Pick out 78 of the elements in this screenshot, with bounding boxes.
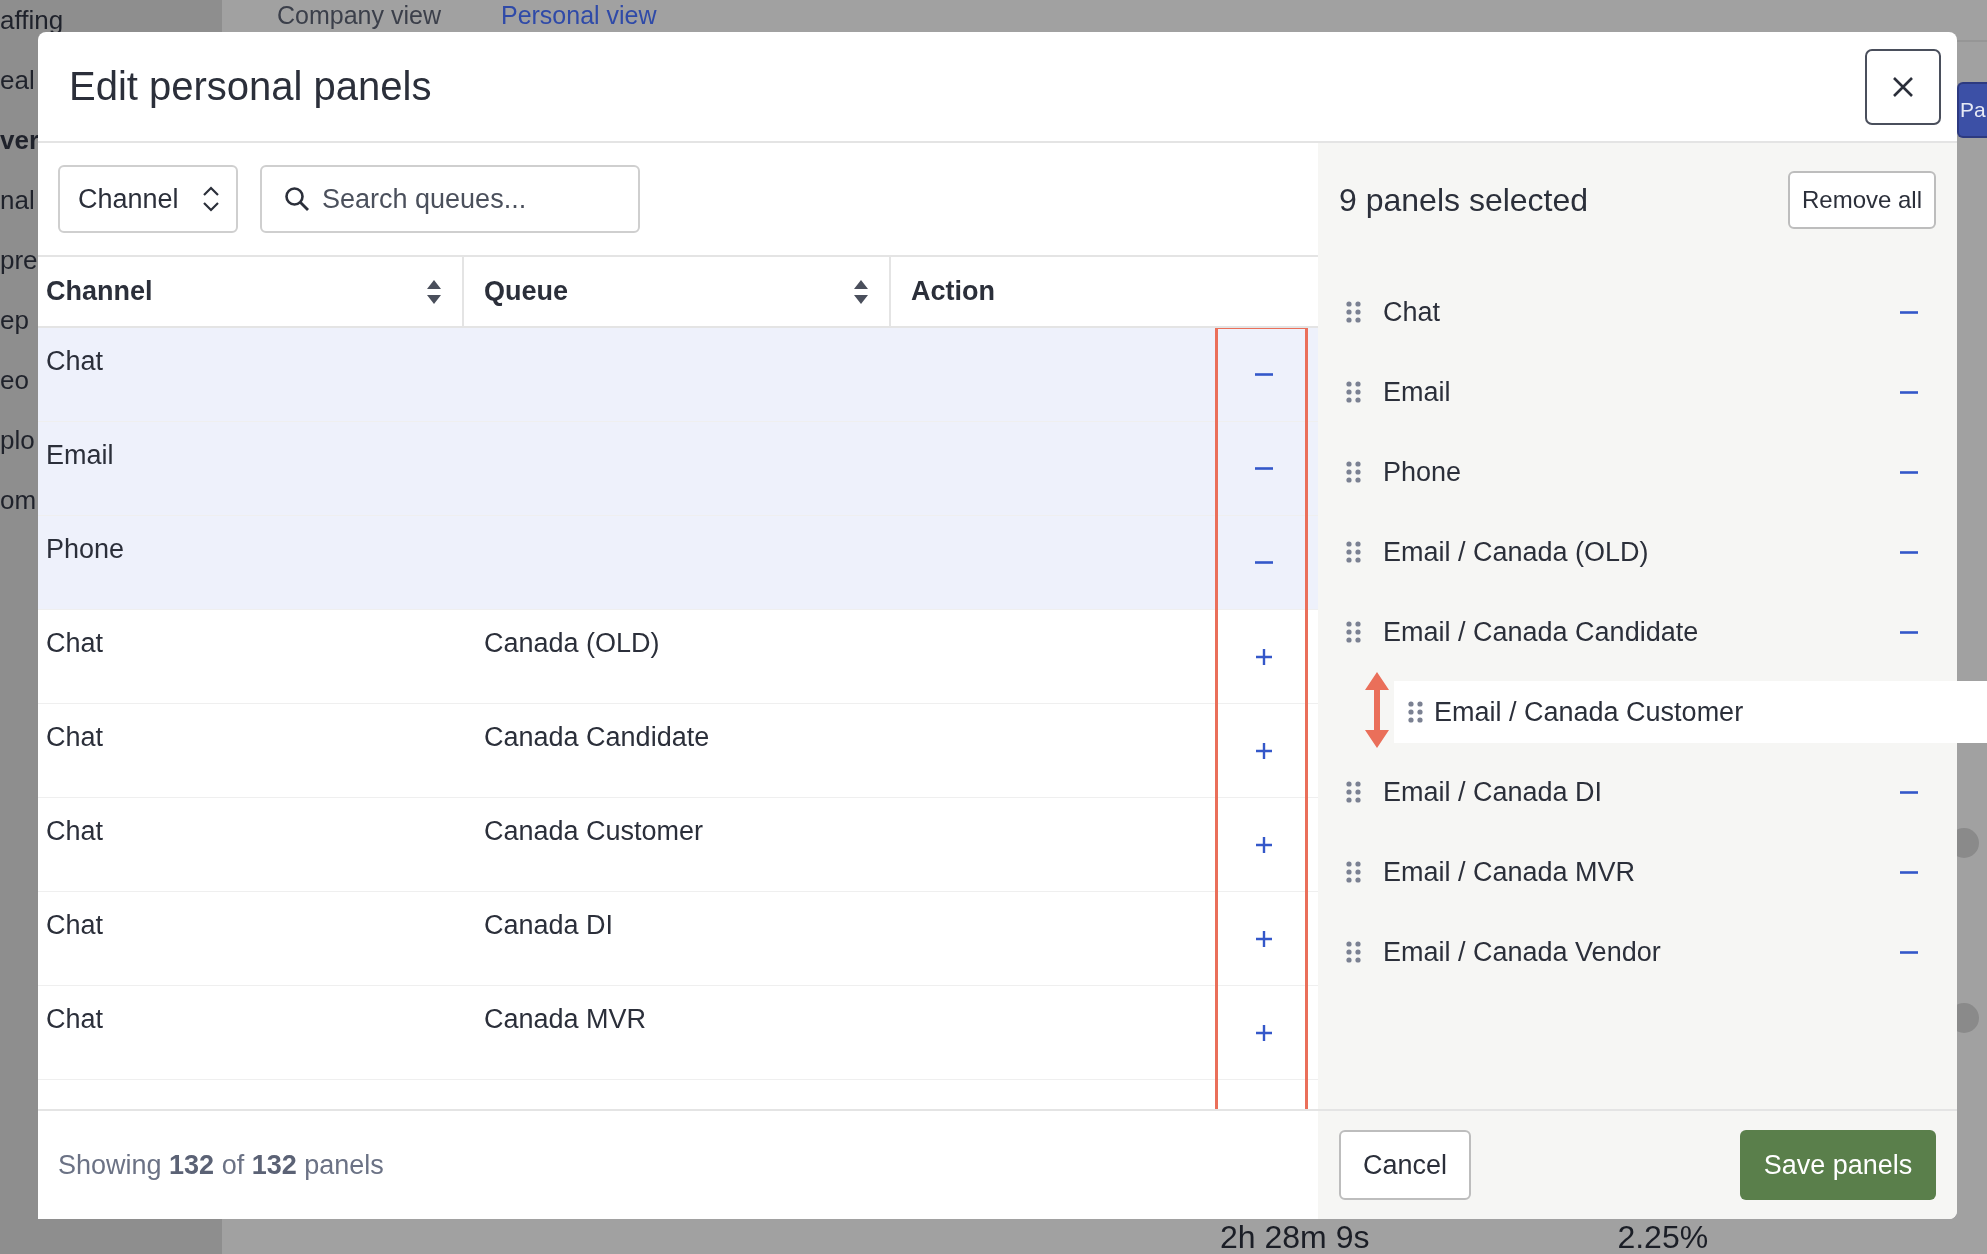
table-cell: Canada DI	[484, 910, 614, 940]
results-count: Showing 132 of 132 panels	[58, 1149, 384, 1181]
minus-icon	[1900, 390, 1918, 394]
remove-all-button[interactable]: Remove all	[1788, 171, 1936, 229]
stat-value: 2.25%	[1617, 1220, 1709, 1254]
sidebar-item[interactable]: eal	[0, 60, 35, 101]
close-button[interactable]	[1865, 48, 1941, 125]
save-button[interactable]: Save panels	[1740, 1130, 1936, 1200]
dragged-panel-item[interactable]: Email / Canada Customer	[1394, 681, 1987, 743]
page-button[interactable]: Pa	[1957, 82, 1987, 138]
table-cell: Chat	[46, 628, 104, 658]
column-header: Action	[911, 276, 995, 307]
table-cell: Canada Customer	[484, 816, 704, 846]
table-cell: Phone	[46, 534, 125, 564]
table-cell: Canada MVR	[484, 1004, 647, 1034]
sidebar-item[interactable]: pre	[0, 240, 38, 281]
sidebar-item[interactable]: eo	[0, 360, 29, 401]
panel-item: Email / Canada (OLD)	[1383, 536, 1650, 568]
sidebar-item[interactable]: plo	[0, 420, 35, 461]
panel-item: Email / Canada MVR	[1383, 856, 1637, 888]
plus-icon	[1255, 835, 1273, 854]
selection-count: 9 panels selected	[1339, 181, 1589, 219]
table-cell: Email	[46, 440, 114, 470]
panel-item: Email / Canada Candidate	[1383, 616, 1700, 648]
drag-handle-icon	[1346, 941, 1361, 963]
sidebar-item[interactable]: ver	[0, 120, 40, 161]
drag-handle-icon	[1346, 861, 1361, 883]
plus-icon	[1255, 647, 1273, 666]
view-tab[interactable]: Company view	[277, 0, 441, 30]
panel-item: Phone	[1383, 456, 1463, 488]
panel-item: Email / Canada Vendor	[1383, 936, 1662, 968]
drag-handle-icon	[1346, 621, 1361, 643]
drag-handle-icon	[1346, 541, 1361, 563]
sidebar-item[interactable]: nal	[0, 180, 35, 221]
drag-handle-icon	[1346, 781, 1361, 803]
sidebar-item[interactable]: affing	[0, 0, 64, 41]
table-cell: Chat	[46, 910, 104, 940]
minus-icon	[1900, 470, 1918, 474]
view-tab[interactable]: Personal view	[500, 0, 657, 30]
column-header[interactable]: Channel	[46, 276, 153, 307]
search-input[interactable]: Search queues...	[320, 182, 624, 216]
minus-icon	[1255, 467, 1273, 470]
table-cell: Canada (OLD)	[484, 628, 660, 658]
table-cell: Chat	[46, 1004, 104, 1034]
plus-icon	[1255, 929, 1273, 948]
sidebar-item[interactable]: ep	[0, 300, 29, 341]
search-field[interactable]: Search queues...	[260, 165, 640, 233]
minus-icon	[1255, 373, 1273, 376]
panel-item: Email / Canada DI	[1383, 776, 1604, 808]
drag-handle-icon	[1346, 461, 1361, 483]
minus-icon	[1900, 950, 1918, 954]
table-cell: Chat	[46, 722, 104, 752]
plus-icon	[1255, 741, 1273, 760]
minus-icon	[1900, 630, 1918, 634]
channel-select[interactable]: Channel	[58, 165, 238, 233]
panel-item: Chat	[1383, 296, 1442, 328]
table-cell: Chat	[46, 816, 104, 846]
plus-icon	[1255, 1023, 1273, 1042]
column-header[interactable]: Queue	[484, 276, 569, 307]
drag-handle-icon	[1346, 381, 1361, 403]
dialog-title: Edit personal panels	[69, 64, 432, 109]
stat-value: 2h 28m 9s	[1220, 1220, 1370, 1254]
reorder-arrow-icon	[1365, 672, 1389, 748]
drag-handle-icon	[1408, 701, 1423, 723]
cancel-button[interactable]: Cancel	[1339, 1130, 1471, 1200]
table-cell: Canada Candidate	[484, 722, 710, 752]
panel-item: Email	[1383, 376, 1452, 408]
drag-handle-icon	[1346, 301, 1361, 323]
minus-icon	[1255, 561, 1273, 564]
chevron-updown-icon	[202, 184, 220, 214]
close-icon	[1891, 74, 1915, 99]
minus-icon	[1900, 790, 1918, 794]
table-cell: Chat	[46, 346, 104, 376]
minus-icon	[1900, 870, 1918, 874]
sidebar-item[interactable]: om	[0, 480, 37, 521]
minus-icon	[1900, 550, 1918, 554]
search-icon	[284, 186, 310, 212]
minus-icon	[1900, 310, 1918, 314]
